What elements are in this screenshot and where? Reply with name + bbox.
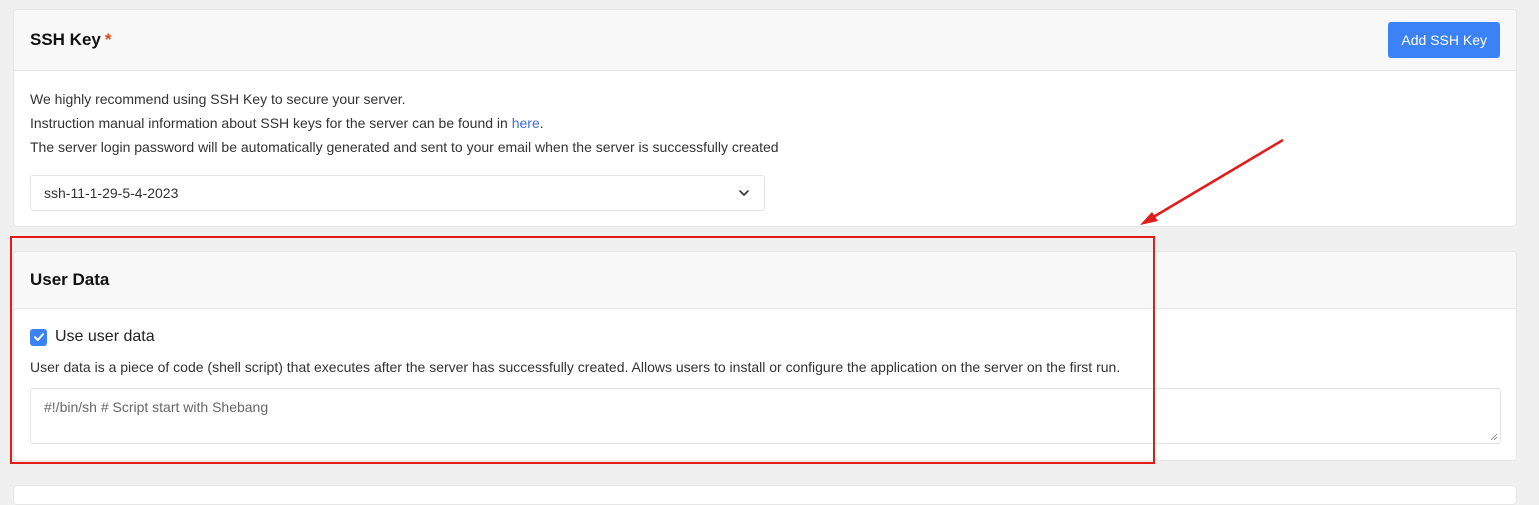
use-user-data-checkbox[interactable] — [30, 328, 47, 346]
user-data-card-header: User Data — [14, 252, 1516, 309]
ssh-key-select-value: ssh-11-1-29-5-4-2023 — [44, 185, 179, 201]
user-data-textarea-placeholder: #!/bin/sh # Script start with Shebang — [44, 399, 269, 415]
ssh-key-title-wrap: SSH Key * — [30, 30, 112, 50]
ssh-key-description: We highly recommend using SSH Key to sec… — [30, 87, 779, 159]
ssh-key-card-header: SSH Key * Add SSH Key — [14, 10, 1516, 71]
ssh-manual-line: Instruction manual information about SSH… — [30, 111, 779, 135]
chevron-down-icon — [739, 190, 749, 196]
user-data-card: User Data Use user data User data is a p… — [13, 251, 1517, 461]
ssh-recommend-line: We highly recommend using SSH Key to sec… — [30, 91, 406, 107]
ssh-key-card: SSH Key * Add SSH Key We highly recommend… — [13, 9, 1517, 227]
ssh-key-select[interactable]: ssh-11-1-29-5-4-2023 — [30, 175, 765, 211]
ssh-manual-suffix: . — [539, 115, 544, 131]
required-mark: * — [104, 30, 112, 49]
ssh-key-title: SSH Key — [30, 30, 101, 49]
ssh-password-line: The server login password will be automa… — [30, 139, 779, 155]
use-user-data-label[interactable]: Use user data — [55, 328, 155, 346]
use-user-data-row[interactable]: Use user data — [30, 328, 155, 346]
checkmark-icon — [33, 333, 44, 341]
add-ssh-key-button[interactable]: Add SSH Key — [1388, 22, 1500, 58]
user-data-description: User data is a piece of code (shell scri… — [30, 359, 1121, 375]
ssh-manual-link[interactable]: here — [512, 115, 540, 131]
user-data-title: User Data — [30, 270, 110, 289]
ssh-manual-text: Instruction manual information about SSH… — [30, 115, 512, 131]
resize-grip-icon[interactable] — [1490, 433, 1498, 441]
user-data-textarea[interactable]: #!/bin/sh # Script start with Shebang — [30, 388, 1501, 444]
next-card-edge — [13, 485, 1517, 505]
